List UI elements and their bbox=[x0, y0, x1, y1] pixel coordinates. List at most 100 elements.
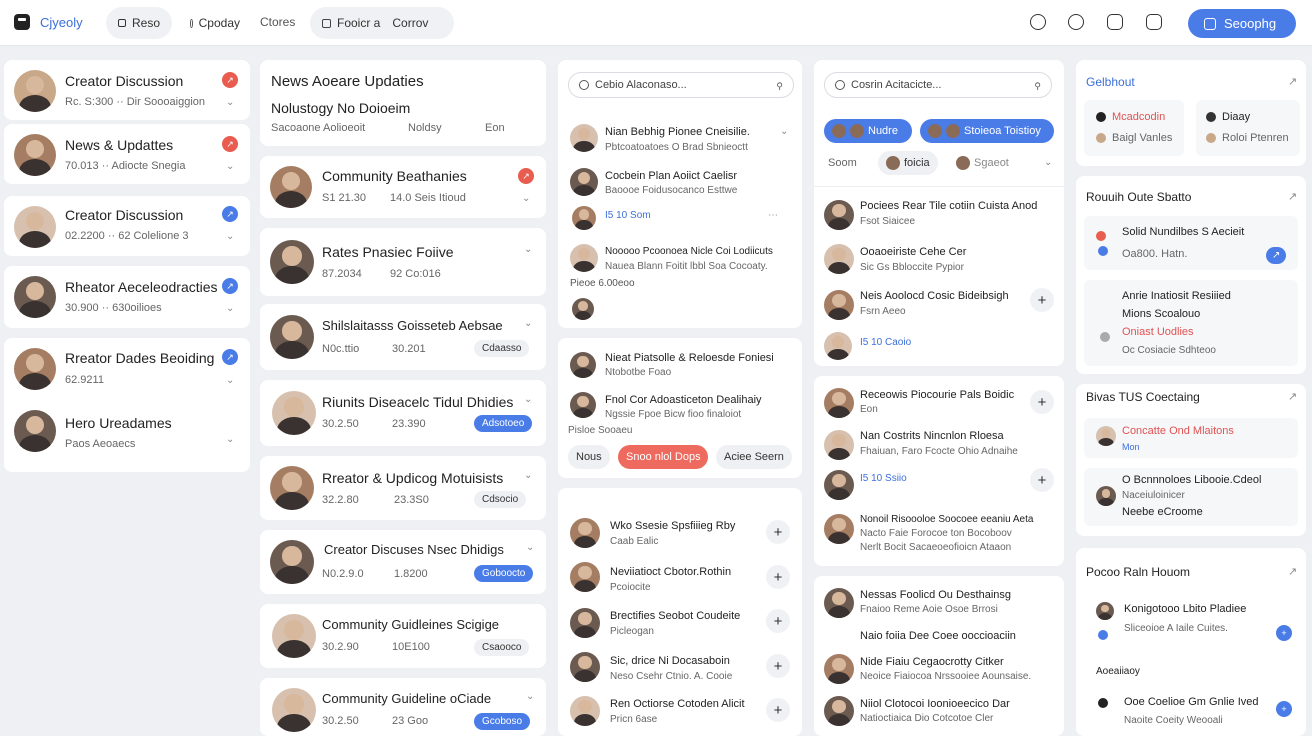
primary-cta-button[interactable]: Seoophg bbox=[1188, 9, 1296, 38]
nav-link[interactable]: Ctores bbox=[260, 15, 295, 29]
chevron-down-icon[interactable]: ⌄ bbox=[522, 193, 530, 204]
post-title[interactable]: Cocbein Plan Aoiict Caelisr bbox=[605, 170, 737, 182]
add-button[interactable]: + bbox=[1030, 468, 1054, 492]
list-box[interactable] bbox=[1084, 216, 1298, 270]
feed-title: Community Beathanies bbox=[322, 168, 467, 184]
lock-icon[interactable] bbox=[1107, 14, 1123, 30]
filter-label[interactable]: Soom bbox=[828, 157, 857, 169]
channel-card-2[interactable]: News & Updattes 70.013 ·· Adiocte Snegia… bbox=[4, 124, 250, 184]
list-box[interactable] bbox=[1084, 418, 1298, 458]
chip-filter-1[interactable]: Nudre bbox=[824, 119, 912, 143]
chip-search[interactable]: Aciee Seern bbox=[716, 445, 792, 469]
channel-card-1[interactable]: Creator Discussion Rc. S:300 ·· Dir Sooo… bbox=[4, 60, 250, 120]
chevron-down-icon[interactable]: ⌄ bbox=[226, 97, 234, 108]
channel-card-3[interactable]: Creator Discussion 02.2200 ·· 62 Colelio… bbox=[4, 196, 250, 256]
nav-pill-3[interactable]: Fooicr a Corrov bbox=[310, 7, 454, 39]
category-tag[interactable]: Gcoboso bbox=[474, 713, 531, 730]
filter-icon[interactable]: ⚲ bbox=[776, 81, 783, 92]
post-title[interactable]: Nan Costrits Nincnlon Rloesa bbox=[860, 430, 1004, 442]
post-title[interactable]: Nian Bebhig Pionee Cneisilie. bbox=[605, 126, 750, 138]
category-tag[interactable]: Cdsocio bbox=[474, 491, 527, 508]
add-button[interactable]: + bbox=[1030, 390, 1054, 414]
nav-pill-2[interactable]: Cpoday bbox=[178, 7, 252, 39]
post-title[interactable]: Neis Aoolocd Cosic Bideibsigh bbox=[860, 290, 1009, 302]
feed-meta: 92 Co:016 bbox=[390, 268, 441, 280]
post-title[interactable]: Nieat Piatsolle & Reloesde Foniesi bbox=[605, 352, 774, 364]
chevron-down-icon[interactable]: ⌄ bbox=[226, 303, 234, 314]
nav-pill-1[interactable]: Reso bbox=[106, 7, 172, 39]
search-input[interactable]: Cosrin Acitacicte... ⚲ bbox=[824, 72, 1052, 98]
feed-item[interactable]: Rreator & Updicog Motuisists 32.2.80 23.… bbox=[260, 456, 546, 520]
add-badge[interactable]: + bbox=[1276, 625, 1292, 641]
channel-card-4[interactable]: Rheator Aeceleodracties 30.900 ·· 630oil… bbox=[4, 266, 250, 328]
add-button[interactable]: + bbox=[766, 654, 790, 678]
chevron-down-icon[interactable]: ⌄ bbox=[1044, 157, 1052, 168]
chevron-down-icon[interactable]: ⌄ bbox=[226, 375, 234, 386]
arrow-icon[interactable]: ↗ bbox=[1288, 75, 1297, 88]
add-button[interactable]: + bbox=[1030, 288, 1054, 312]
avatar bbox=[1096, 426, 1116, 446]
post-sub: Pbtcoatoatoes O Brad Sbnieoctt bbox=[605, 142, 748, 153]
filter-icon[interactable]: ⚲ bbox=[1034, 81, 1041, 92]
post-title[interactable]: Pociees Rear Tile cotiin Cuista Anod bbox=[860, 200, 1037, 212]
tab-today[interactable]: Noldsy bbox=[408, 122, 442, 134]
feed-item[interactable]: Creator Discuses Nsec Dhidigs N0.2.9.0 1… bbox=[260, 530, 546, 594]
chevron-down-icon[interactable]: ⌄ bbox=[780, 126, 788, 137]
add-button[interactable]: + bbox=[766, 609, 790, 633]
chip-news[interactable]: Nous bbox=[568, 445, 610, 469]
chevron-down-icon[interactable]: ⌄ bbox=[526, 542, 534, 553]
chevron-down-icon[interactable]: ⌄ bbox=[524, 244, 532, 255]
post-title[interactable]: Receowis Piocourie Pals Boidic bbox=[860, 389, 1014, 401]
feed-item[interactable]: Riunits Diseacelc Tidul Dhidies 30.2.50 … bbox=[260, 380, 546, 446]
stat-box[interactable] bbox=[1196, 100, 1300, 156]
add-button[interactable]: + bbox=[766, 565, 790, 589]
add-button[interactable]: + bbox=[766, 520, 790, 544]
chip-filter-4[interactable]: Sgaeot bbox=[948, 151, 1030, 175]
chevron-down-icon[interactable]: ⌄ bbox=[226, 161, 234, 172]
post-title[interactable]: Nooooo Pcoonoea Nicle Coi Lodiicuts bbox=[605, 246, 773, 257]
user-icon[interactable] bbox=[1030, 14, 1046, 30]
chip-active[interactable]: Snoo nlol Dops bbox=[618, 445, 708, 469]
suggestion-title: Wko Ssesie Spsfiiieg Rby bbox=[610, 520, 736, 532]
chip-filter-3[interactable]: foicia bbox=[878, 151, 938, 175]
post-title[interactable]: Naio foiia Dee Coee ooccioaciin bbox=[860, 630, 1016, 642]
avatar bbox=[272, 391, 316, 435]
stat-box[interactable] bbox=[1084, 100, 1184, 156]
chip-filter-2[interactable]: Stoieoa Toistioy bbox=[920, 119, 1054, 143]
post-title[interactable]: Fnol Cor Adoasticeton Dealihaiy bbox=[605, 394, 762, 406]
arrow-icon[interactable]: ↗ bbox=[1288, 565, 1297, 578]
add-badge[interactable]: + bbox=[1276, 701, 1292, 717]
post-title[interactable]: Niiol Clotocoi Ioonioeecico Dar bbox=[860, 698, 1010, 710]
category-tag[interactable]: Goboocto bbox=[474, 565, 534, 582]
category-tag[interactable]: Csaooco bbox=[474, 639, 530, 656]
post-title[interactable]: Nessas Foolicd Ou Desthainsg bbox=[860, 589, 1011, 601]
chevron-down-icon[interactable]: ⌄ bbox=[524, 470, 532, 481]
arrow-badge[interactable]: ↗ bbox=[1266, 247, 1287, 264]
feed-item[interactable]: Community Guidleines Scigige 30.2.90 10E… bbox=[260, 604, 546, 668]
feed-item[interactable]: Community Beathanies S1 21.30 14.0 Seis … bbox=[260, 156, 546, 218]
feed-item[interactable]: Rates Pnasiec Foiive 87.2034 92 Co:016 ⌄ bbox=[260, 228, 546, 296]
brand-name[interactable]: Cjyeoly bbox=[40, 15, 83, 30]
channel-card-5[interactable]: Rreator Dades Beoiding 62.9211 ↗ ⌄ Hero … bbox=[4, 338, 250, 472]
chevron-down-icon[interactable]: ⌄ bbox=[526, 691, 534, 702]
arrow-icon[interactable]: ↗ bbox=[1288, 390, 1297, 403]
post-title[interactable]: Nonoil Risoooloe Soocoee eeaniu Aeta bbox=[860, 514, 1033, 525]
chat-icon[interactable] bbox=[1068, 14, 1084, 30]
more-icon[interactable]: ⋯ bbox=[768, 210, 778, 221]
post-title[interactable]: Nide Fiaiu Cegaocrotty Citker bbox=[860, 656, 1004, 668]
category-tag[interactable]: Adsotoeo bbox=[474, 415, 533, 432]
chevron-down-icon[interactable]: ⌄ bbox=[524, 394, 532, 405]
list-alert: Oniast Uodlies bbox=[1122, 326, 1194, 338]
post-title[interactable]: Ooaoeiriste Cehe Cer bbox=[860, 246, 966, 258]
chevron-down-icon[interactable]: ⌄ bbox=[226, 434, 234, 445]
chevron-down-icon[interactable]: ⌄ bbox=[524, 318, 532, 329]
category-tag[interactable]: Cdaasso bbox=[474, 340, 530, 357]
tab-eon[interactable]: Eon bbox=[485, 122, 505, 134]
arrow-icon[interactable]: ↗ bbox=[1288, 190, 1297, 203]
search-input[interactable]: Cebio Alaconaso... ⚲ bbox=[568, 72, 794, 98]
feed-item[interactable]: Shilslaitasss Goisseteb Aebsae N0c.ttio … bbox=[260, 304, 546, 370]
feed-item[interactable]: Community Guideline oCiade 30.2.50 23 Go… bbox=[260, 678, 546, 736]
chevron-down-icon[interactable]: ⌄ bbox=[226, 231, 234, 242]
add-button[interactable]: + bbox=[766, 698, 790, 722]
copy-icon[interactable] bbox=[1146, 14, 1162, 30]
